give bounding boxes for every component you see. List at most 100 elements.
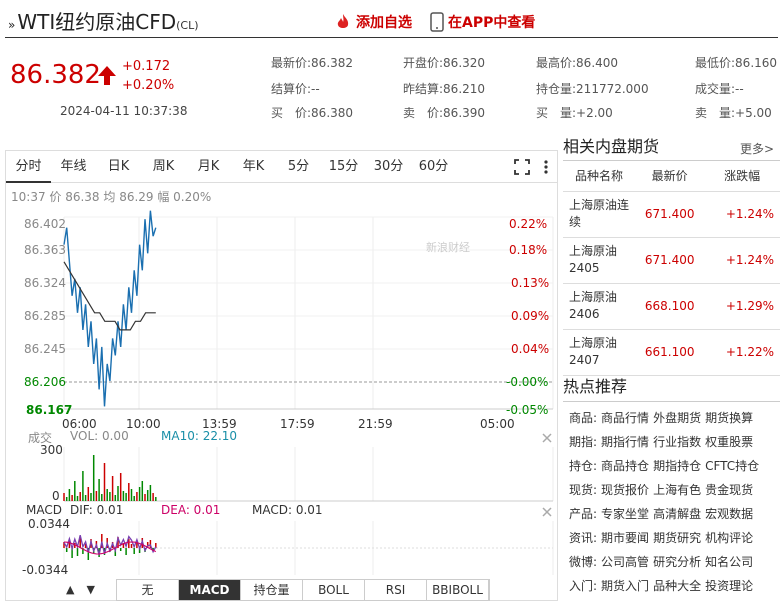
indicator-tab[interactable]: BBIBOLL — [427, 580, 489, 600]
hot-category: 产品: — [569, 507, 598, 521]
hot-link[interactable]: 商品持仓 — [601, 459, 649, 473]
hot-link[interactable]: 期市要闻 — [601, 531, 649, 545]
add-watchlist-button[interactable]: 添加自选 — [334, 12, 412, 32]
indicator-tab[interactable]: RSI — [365, 580, 427, 600]
hot-link[interactable]: 期货研究 — [653, 531, 701, 545]
scroll-down-icon[interactable]: ▼ — [86, 583, 94, 596]
hot-link[interactable]: 宏观数据 — [705, 507, 753, 521]
hot-link[interactable]: CFTC持仓 — [705, 459, 759, 473]
add-watchlist-label: 添加自选 — [356, 15, 412, 31]
hot-link[interactable]: 现货报价 — [601, 483, 649, 497]
related-row[interactable]: 上海原油2405 671.400 +1.24% — [563, 237, 780, 284]
quote-field-label: 买 价: — [271, 106, 312, 120]
related-row[interactable]: 上海原油2406 668.100 +1.29% — [563, 283, 780, 330]
hot-row: 产品: 专家坐堂 高清解盘 宏观数据 — [563, 502, 780, 526]
hot-link[interactable]: 上海有色 — [653, 483, 701, 497]
pct-tick: 0.18% — [509, 243, 548, 257]
time-tick: 05:00 — [480, 417, 515, 431]
phone-icon — [430, 12, 444, 32]
hot-category: 现货: — [569, 483, 598, 497]
quote-field-value: -- — [735, 82, 744, 96]
hot-link[interactable]: 期指行情 — [601, 435, 649, 449]
flame-icon — [337, 14, 349, 28]
change-abs: +0.172 — [122, 59, 171, 74]
quote-datetime: 2024-04-11 10:37:38 — [60, 104, 188, 118]
quote-field-label: 买 量: — [536, 106, 577, 120]
hot-link[interactable]: 机构评论 — [705, 531, 753, 545]
hot-link[interactable]: 行业指数 — [653, 435, 701, 449]
hot-link[interactable]: 期货换算 — [705, 411, 753, 425]
price-tick: 86.167 — [26, 403, 73, 417]
pct-tick: 0.22% — [509, 217, 548, 231]
hot-link[interactable]: 研究分析 — [653, 555, 701, 569]
indicator-tab[interactable]: 无 — [117, 580, 179, 600]
quote-field-value: +5.00 — [735, 106, 772, 120]
header-divider — [5, 37, 778, 38]
scroll-up-icon[interactable]: ▲ — [66, 583, 74, 596]
indicator-tab[interactable]: 持仓量 — [241, 580, 303, 600]
quote-field: 最低价:86.160 — [695, 54, 777, 71]
hot-link[interactable]: 期指持仓 — [653, 459, 701, 473]
hot-link[interactable]: 品种大全 — [653, 579, 701, 593]
quote-field-value: 86.380 — [311, 106, 354, 120]
quote-field-value: +2.00 — [576, 106, 613, 120]
related-change: +1.24% — [704, 237, 780, 284]
hot-link[interactable]: 权重股票 — [705, 435, 753, 449]
time-tick: 10:00 — [126, 417, 161, 431]
quote-field-label: 卖 量: — [695, 106, 736, 120]
nav-prefix: » — [8, 18, 16, 32]
price-tick: 86.402 — [24, 217, 66, 231]
related-title: 相关内盘期货 — [563, 137, 660, 156]
related-name[interactable]: 上海原油连续 — [563, 191, 635, 238]
quote-field-label: 开盘价: — [403, 56, 444, 70]
hot-link[interactable]: 高清解盘 — [653, 507, 701, 521]
quote-field: 昨结算:86.210 — [403, 80, 485, 97]
quote-field-value: 86.160 — [735, 56, 778, 70]
quote-field-label: 最低价: — [695, 56, 736, 70]
change-pct: +0.20% — [122, 78, 175, 93]
hot-link[interactable]: 贵金现货 — [705, 483, 753, 497]
col-change: 涨跌幅 — [704, 161, 780, 192]
col-name: 品种名称 — [563, 161, 635, 192]
chart-panel: 分时 年线 日K 周K 月K 年K 5分 15分 30分 60分 10:37 价 86.38 均 … — [5, 150, 558, 601]
ma10-value: MA10: 22.10 — [161, 429, 238, 443]
volume-max: 300 — [40, 443, 63, 457]
volume-close-icon[interactable] — [542, 433, 552, 443]
hot-link[interactable]: 知名公司 — [705, 555, 753, 569]
hot-link[interactable]: 商品行情 — [601, 411, 649, 425]
related-name[interactable]: 上海原油2405 — [563, 237, 635, 284]
price-tick: 86.285 — [24, 309, 66, 323]
intraday-chart: 新浪财经 — [63, 210, 554, 575]
hot-link[interactable]: 外盘期货 — [653, 411, 701, 425]
up-arrow-icon — [98, 66, 116, 85]
related-row[interactable]: 上海原油2407 661.100 +1.22% — [563, 329, 780, 376]
macd-label: MACD — [26, 503, 62, 517]
price-tick: 86.324 — [24, 276, 66, 290]
related-price: 661.100 — [635, 329, 705, 376]
hot-link[interactable]: 公司高管 — [601, 555, 649, 569]
pct-tick: 0.04% — [511, 342, 550, 356]
hot-title: 热点推荐 — [563, 372, 780, 402]
hot-link[interactable]: 期货入门 — [601, 579, 649, 593]
hot-row: 期指: 期指行情 行业指数 权重股票 — [563, 430, 780, 454]
related-name[interactable]: 上海原油2407 — [563, 329, 635, 376]
more-link[interactable]: 更多> — [740, 135, 774, 163]
related-price: 668.100 — [635, 283, 705, 330]
title-text: WTI纽约原油CFD — [17, 10, 177, 34]
price-tick: 86.363 — [24, 243, 66, 257]
indicator-tab[interactable]: BOLL — [303, 580, 365, 600]
macd-dif: DIF: 0.01 — [70, 503, 124, 517]
indicator-tabs: 无 MACD 持仓量 BOLL RSI BBIBOLL — [116, 579, 490, 601]
hot-link[interactable]: 投资理论 — [705, 579, 753, 593]
indicator-tab[interactable]: MACD — [179, 580, 241, 600]
quote-field-label: 卖 价: — [403, 106, 444, 120]
macd-close-icon[interactable] — [542, 507, 552, 517]
quote-field: 最新价:86.382 — [271, 54, 353, 71]
macd-dea: DEA: 0.01 — [161, 503, 221, 517]
hot-link[interactable]: 专家坐堂 — [601, 507, 649, 521]
view-in-app-button[interactable]: 在APP中查看 — [430, 12, 535, 32]
related-change: +1.22% — [704, 329, 780, 376]
related-row[interactable]: 上海原油连续 671.400 +1.24% — [563, 191, 780, 238]
hot-row: 入门: 期货入门 品种大全 投资理论 — [563, 574, 780, 598]
related-name[interactable]: 上海原油2406 — [563, 283, 635, 330]
